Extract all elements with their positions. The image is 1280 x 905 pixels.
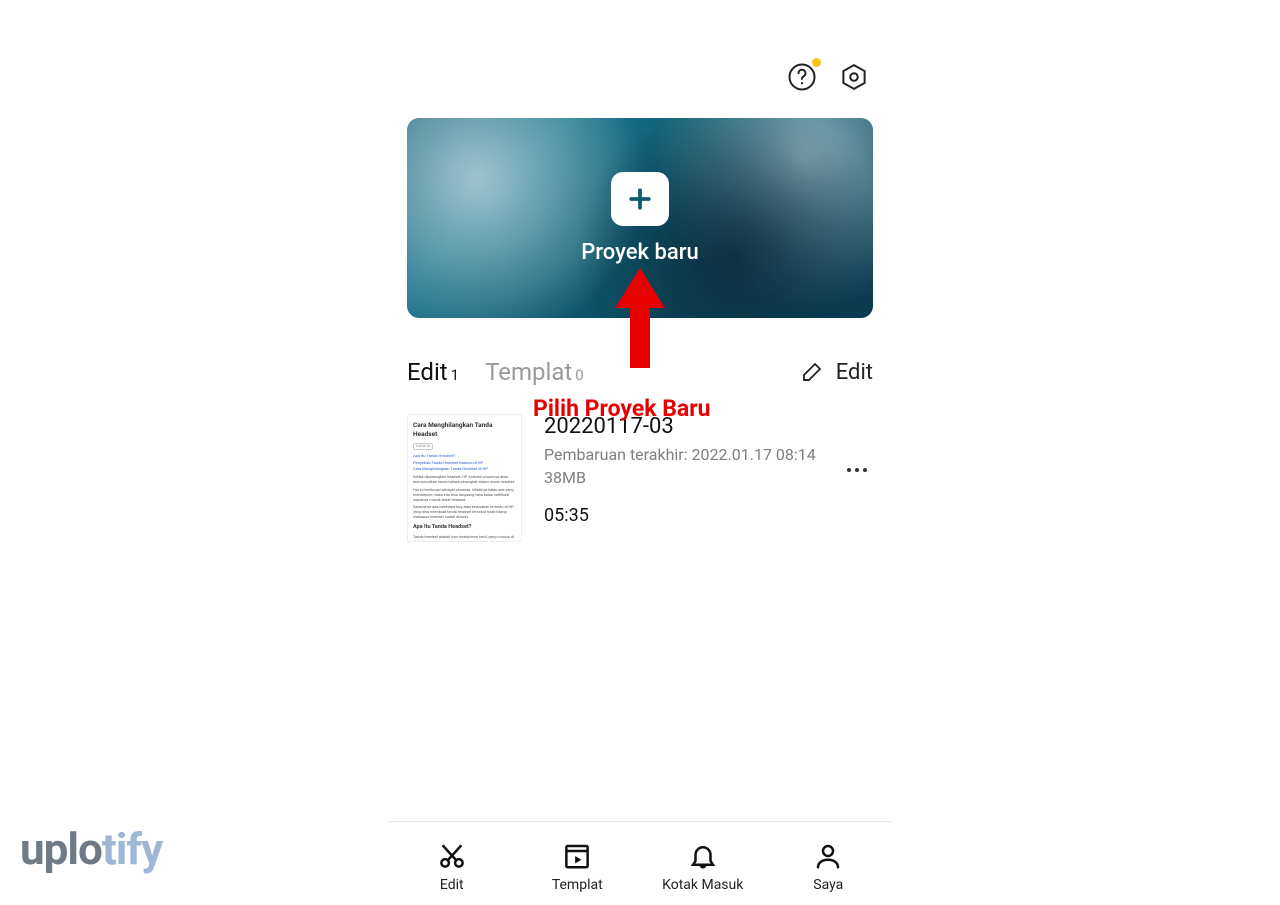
tab-template[interactable]: Templat 0 bbox=[485, 358, 584, 386]
thumb-badge: Daftar Isi bbox=[413, 443, 433, 450]
watermark-b: tify bbox=[102, 823, 162, 875]
project-details[interactable]: 20220117-03 Pembaruan terakhir: 2022.01.… bbox=[522, 414, 845, 526]
person-icon bbox=[813, 841, 843, 871]
plus-icon bbox=[625, 184, 655, 214]
tabs-row: Edit 1 Templat 0 Edit bbox=[389, 318, 891, 386]
help-button[interactable] bbox=[785, 60, 819, 94]
new-project-hero[interactable]: Proyek baru bbox=[407, 118, 873, 318]
edit-mode-label: Edit bbox=[836, 360, 873, 385]
bottom-nav: Edit Templat Kotak Masuk Saya bbox=[389, 821, 891, 905]
nav-edit-label: Edit bbox=[440, 877, 464, 893]
new-project-plus[interactable] bbox=[611, 172, 669, 226]
help-icon bbox=[787, 62, 817, 92]
settings-button[interactable] bbox=[837, 60, 871, 94]
nav-template[interactable]: Templat bbox=[515, 841, 641, 893]
nav-me-label: Saya bbox=[813, 877, 843, 893]
project-name: 20220117-03 bbox=[544, 414, 845, 439]
tab-edit-count: 1 bbox=[451, 366, 459, 384]
template-icon bbox=[562, 841, 592, 871]
tab-edit[interactable]: Edit 1 bbox=[407, 358, 459, 386]
watermark: uplotify bbox=[20, 823, 162, 875]
tab-template-label: Templat bbox=[485, 358, 572, 386]
top-bar bbox=[389, 0, 891, 112]
more-icon bbox=[845, 467, 869, 473]
bell-icon bbox=[688, 841, 718, 871]
pencil-icon bbox=[800, 360, 824, 384]
nav-edit[interactable]: Edit bbox=[389, 841, 515, 893]
project-more-button[interactable] bbox=[845, 414, 873, 479]
app-screen: Proyek baru Edit 1 Templat 0 Edit Cara M… bbox=[389, 0, 891, 905]
watermark-a: uplo bbox=[20, 823, 102, 875]
nav-inbox-label: Kotak Masuk bbox=[662, 877, 743, 893]
nav-inbox[interactable]: Kotak Masuk bbox=[640, 841, 766, 893]
notification-dot bbox=[812, 58, 821, 67]
project-list-item: Cara Menghilangkan Tanda Headset Daftar … bbox=[389, 386, 891, 542]
scissors-icon bbox=[437, 841, 467, 871]
tab-template-count: 0 bbox=[575, 366, 583, 384]
nav-me[interactable]: Saya bbox=[766, 841, 892, 893]
thumb-title: Cara Menghilangkan Tanda Headset bbox=[413, 421, 516, 439]
project-thumbnail[interactable]: Cara Menghilangkan Tanda Headset Daftar … bbox=[407, 414, 522, 542]
new-project-label: Proyek baru bbox=[581, 240, 698, 265]
tab-edit-label: Edit bbox=[407, 358, 448, 386]
project-size: 38MB bbox=[544, 468, 845, 487]
settings-hex-icon bbox=[839, 62, 869, 92]
project-last-update: Pembaruan terakhir: 2022.01.17 08:14 bbox=[544, 445, 845, 464]
edit-mode-button[interactable]: Edit bbox=[800, 360, 873, 385]
thumb-subtitle: Apa Itu Tanda Headset? bbox=[413, 524, 516, 532]
nav-template-label: Templat bbox=[552, 877, 603, 893]
project-duration: 05:35 bbox=[544, 505, 845, 526]
